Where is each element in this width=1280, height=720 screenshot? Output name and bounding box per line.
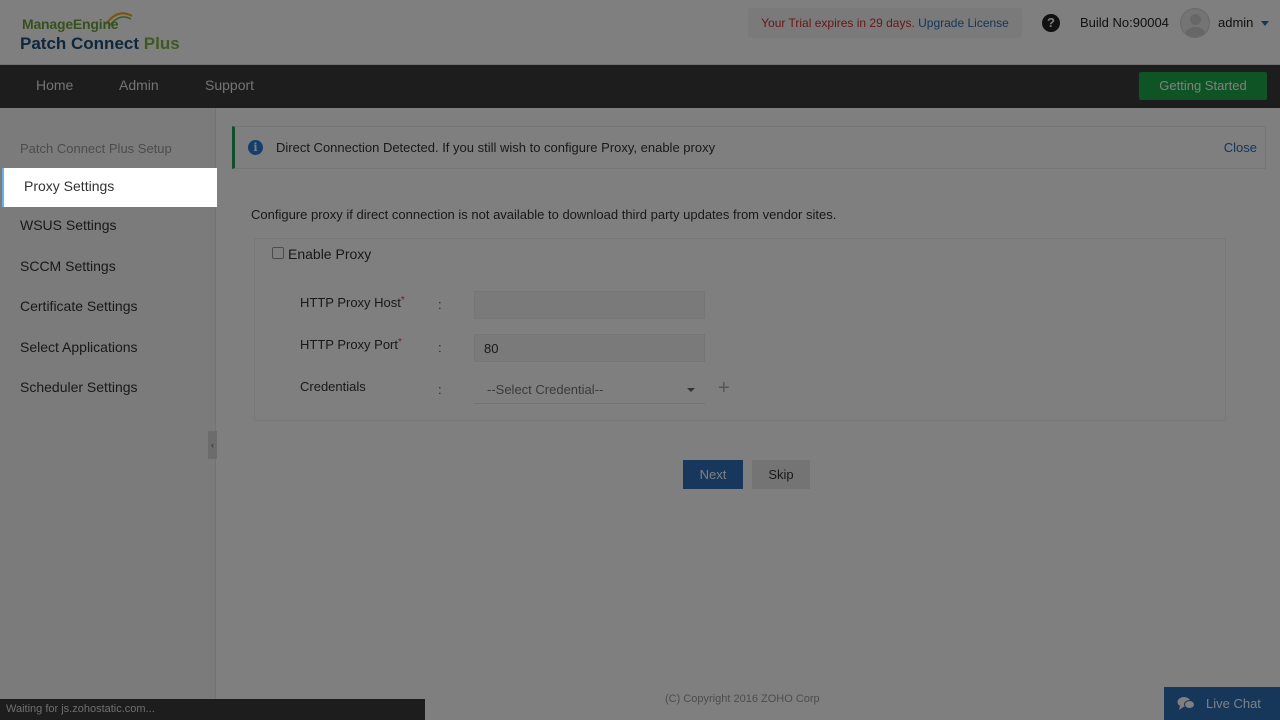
field-colon: : bbox=[438, 382, 442, 397]
sidebar-item-wsus-settings[interactable]: WSUS Settings bbox=[0, 207, 216, 244]
credentials-selected-value: --Select Credential-- bbox=[487, 382, 604, 397]
sidebar-item-sccm-settings[interactable]: SCCM Settings bbox=[0, 248, 216, 285]
required-mark: * bbox=[400, 295, 405, 306]
nav-item-home[interactable]: Home bbox=[36, 77, 73, 93]
user-menu-name[interactable]: admin bbox=[1218, 15, 1253, 30]
enable-proxy-checkbox[interactable] bbox=[272, 247, 284, 259]
field-colon: : bbox=[438, 297, 442, 312]
logo-product-main: Patch Connect bbox=[20, 34, 140, 53]
http-proxy-host-label-text: HTTP Proxy Host bbox=[300, 295, 401, 310]
proxy-description: Configure proxy if direct connection is … bbox=[251, 207, 837, 222]
required-mark: * bbox=[398, 337, 402, 348]
info-banner: i Direct Connection Detected. If you sti… bbox=[232, 126, 1266, 169]
info-icon: i bbox=[248, 140, 263, 155]
sidebar-title: Patch Connect Plus Setup bbox=[20, 141, 172, 156]
browser-status-bar: Waiting for js.zohostatic.com... bbox=[0, 699, 425, 720]
field-colon: : bbox=[438, 340, 442, 355]
upgrade-license-link[interactable]: Upgrade License bbox=[918, 16, 1009, 30]
skip-button[interactable]: Skip bbox=[752, 460, 810, 489]
logo-product-text: Patch Connect Plus bbox=[20, 34, 180, 54]
app-header: ManageEngine Patch Connect Plus Your Tri… bbox=[0, 0, 1280, 65]
nav-item-admin[interactable]: Admin bbox=[119, 77, 159, 93]
chat-bubble-icon bbox=[1177, 697, 1195, 710]
http-proxy-port-label: HTTP Proxy Port* bbox=[300, 337, 402, 352]
build-number: Build No:90004 bbox=[1080, 15, 1169, 30]
enable-proxy-label[interactable]: Enable Proxy bbox=[288, 246, 371, 262]
add-credential-icon[interactable]: + bbox=[718, 378, 730, 398]
http-proxy-port-input[interactable] bbox=[474, 334, 705, 362]
http-proxy-host-input[interactable] bbox=[474, 291, 705, 319]
trial-notice: Your Trial expires in 29 days. Upgrade L… bbox=[748, 8, 1022, 38]
credentials-select[interactable]: --Select Credential-- bbox=[474, 376, 705, 404]
banner-close-link[interactable]: Close bbox=[1224, 140, 1257, 155]
trial-expiry-text: Your Trial expires in 29 days. bbox=[761, 16, 915, 30]
credentials-label: Credentials bbox=[300, 379, 366, 394]
http-proxy-port-label-text: HTTP Proxy Port bbox=[300, 337, 399, 352]
sidebar-item-proxy-settings[interactable]: Proxy Settings bbox=[2, 168, 217, 207]
main-navbar: Home Admin Support Getting Started bbox=[0, 65, 1280, 108]
live-chat-button[interactable]: Live Chat bbox=[1164, 687, 1280, 720]
chevron-down-icon bbox=[687, 388, 695, 392]
manageengine-logo[interactable]: ManageEngine Patch Connect Plus bbox=[20, 10, 220, 56]
nav-item-support[interactable]: Support bbox=[205, 77, 254, 93]
info-banner-text: Direct Connection Detected. If you still… bbox=[276, 140, 716, 155]
http-proxy-host-label: HTTP Proxy Host* bbox=[300, 295, 405, 310]
sidebar-collapse-icon[interactable]: ‹ bbox=[208, 431, 217, 459]
user-menu-caret-icon[interactable] bbox=[1261, 21, 1269, 26]
copyright-text: (C) Copyright 2016 ZOHO Corp bbox=[665, 693, 820, 705]
help-icon[interactable]: ? bbox=[1042, 14, 1060, 32]
avatar[interactable] bbox=[1180, 8, 1210, 38]
sidebar-item-scheduler-settings[interactable]: Scheduler Settings bbox=[0, 369, 216, 406]
logo-brand-text: ManageEngine bbox=[22, 16, 119, 32]
getting-started-button[interactable]: Getting Started bbox=[1139, 72, 1267, 100]
sidebar-item-certificate-settings[interactable]: Certificate Settings bbox=[0, 288, 216, 325]
next-button[interactable]: Next bbox=[683, 460, 743, 489]
proxy-form-panel: Enable Proxy HTTP Proxy Host* : HTTP Pro… bbox=[254, 238, 1226, 421]
sidebar-item-select-applications[interactable]: Select Applications bbox=[0, 329, 216, 366]
live-chat-label: Live Chat bbox=[1206, 696, 1261, 711]
logo-product-plus: Plus bbox=[143, 34, 180, 53]
